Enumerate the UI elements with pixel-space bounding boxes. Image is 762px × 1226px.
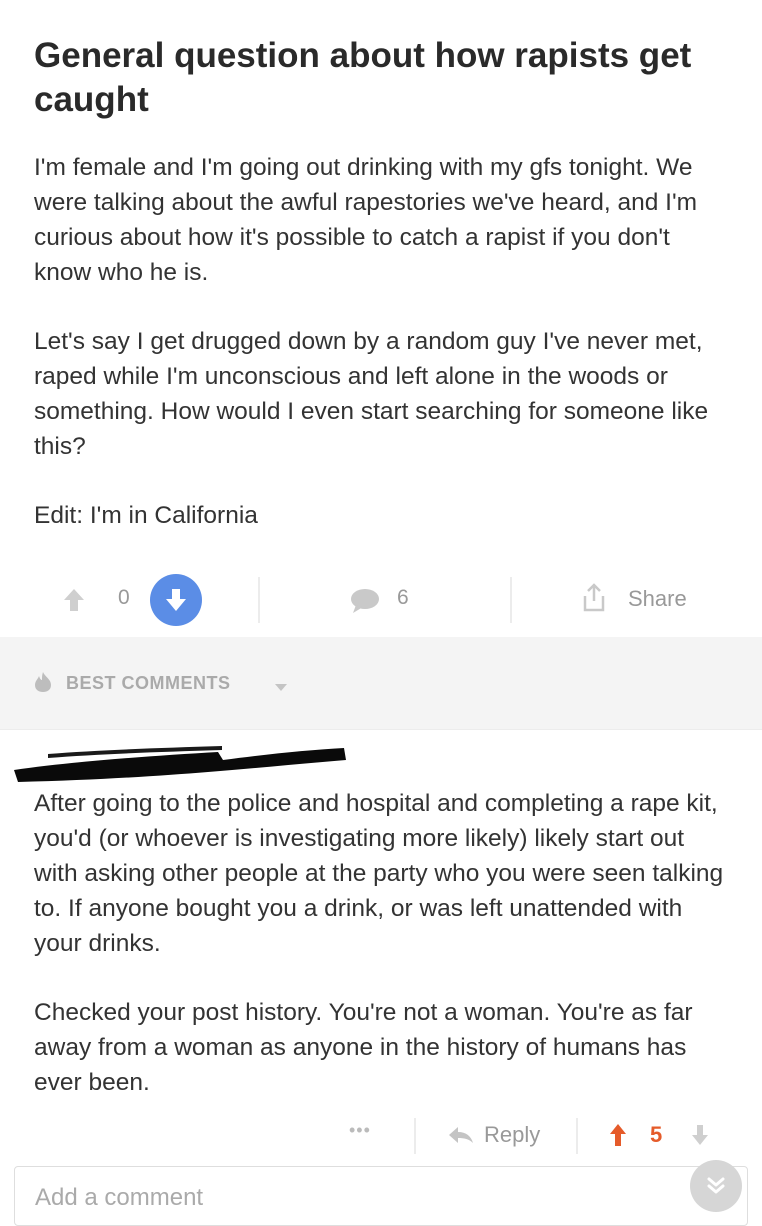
reply-icon[interactable] xyxy=(448,1126,474,1144)
comment-composer[interactable] xyxy=(14,1166,748,1226)
share-button[interactable]: Share xyxy=(628,586,687,612)
scroll-down-icon xyxy=(707,1177,725,1194)
upvote-icon[interactable] xyxy=(63,587,85,613)
scroll-down-button[interactable] xyxy=(690,1160,742,1212)
add-comment-input[interactable] xyxy=(35,1181,635,1215)
post-paragraph: Edit: I'm in California xyxy=(34,502,258,529)
comment-count[interactable]: 6 xyxy=(397,586,409,610)
post-paragraph: Let's say I get drugged down by a random… xyxy=(34,328,709,460)
downvote-icon xyxy=(166,589,186,611)
caret-down-icon[interactable] xyxy=(274,679,288,691)
post-paragraph: I'm female and I'm going out drinking wi… xyxy=(34,154,698,286)
fire-icon xyxy=(33,671,53,693)
divider xyxy=(510,577,512,623)
comments-sort-bar[interactable]: BEST COMMENTS xyxy=(0,637,762,730)
comment-paragraph: Checked your post history. You're not a … xyxy=(34,999,693,1096)
post-action-bar: 0 6 Share xyxy=(0,570,762,630)
reply-button[interactable]: Reply xyxy=(484,1122,540,1148)
divider xyxy=(414,1118,416,1154)
share-icon[interactable] xyxy=(581,583,607,613)
comment-icon[interactable] xyxy=(350,588,380,614)
comment-action-bar: ••• Reply 5 xyxy=(0,1112,762,1160)
post-score: 0 xyxy=(118,586,130,609)
comment-score: 5 xyxy=(650,1122,663,1147)
divider xyxy=(576,1118,578,1154)
comment-body: After going to the police and hospital a… xyxy=(34,786,734,1134)
comment-paragraph: After going to the police and hospital a… xyxy=(34,790,724,957)
upvote-icon[interactable] xyxy=(609,1123,627,1147)
more-options-button[interactable]: ••• xyxy=(349,1120,371,1141)
post-body: I'm female and I'm going out drinking wi… xyxy=(34,150,728,533)
post-title: General question about how rapists get c… xyxy=(34,36,692,119)
sort-label[interactable]: BEST COMMENTS xyxy=(66,673,231,694)
downvote-button[interactable] xyxy=(150,574,202,626)
downvote-icon[interactable] xyxy=(691,1124,709,1146)
post: General question about how rapists get c… xyxy=(0,0,762,533)
divider xyxy=(258,577,260,623)
redacted-username xyxy=(14,746,346,782)
